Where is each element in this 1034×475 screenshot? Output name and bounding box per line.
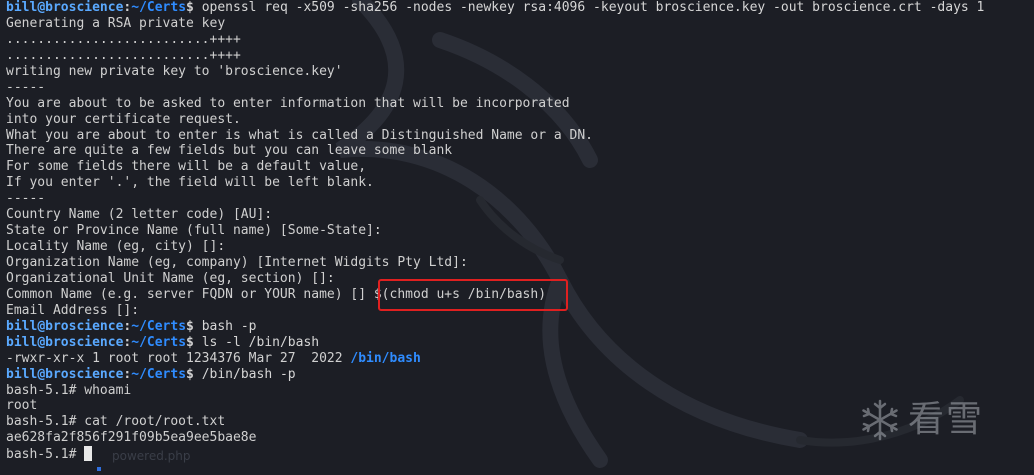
output-text: For some fields there will be a default …	[6, 159, 367, 175]
terminal-output: bill@broscience:~/Certs$ openssl req -x5…	[6, 0, 1034, 462]
terminal-line: writing new private key to 'broscience.k…	[6, 64, 1034, 80]
terminal-line: -rwxr-xr-x 1 root root 1234376 Mar 27 20…	[6, 351, 1034, 367]
terminal-line: into your certificate request.	[6, 112, 1034, 128]
snowflake-icon	[862, 399, 898, 441]
terminal-line: ..........................++++	[6, 32, 1034, 48]
terminal-line: For some fields there will be a default …	[6, 159, 1034, 175]
output-text: bash-5.1# cat /root/root.txt	[6, 414, 226, 430]
output-text: You are about to be asked to enter infor…	[6, 95, 570, 111]
terminal-line: bill@broscience:~/Certs$ openssl req -x5…	[6, 0, 1034, 16]
text-cursor[interactable]	[84, 446, 93, 462]
command-text: bash -p	[201, 318, 257, 334]
prompt-user: bill	[6, 0, 38, 15]
prompt-dollar: $	[186, 318, 202, 334]
prompt-dollar: $	[186, 366, 202, 382]
terminal-line: Locality Name (eg, city) []:	[6, 239, 1034, 255]
prompt-dollar: $	[186, 0, 202, 15]
output-text: Organization Name (eg, company) [Interne…	[6, 255, 468, 270]
root-prompt: bash-5.1#	[6, 447, 85, 463]
terminal-line: ..........................++++	[6, 48, 1034, 64]
output-text: into your certificate request.	[6, 111, 241, 127]
command-text: ls -l /bin/bash	[201, 334, 320, 350]
prompt-at: @	[37, 366, 46, 382]
faint-background-text: powered.php	[112, 449, 191, 463]
output-text: What you are about to enter is what is c…	[6, 127, 593, 143]
highlight-annotation-box	[378, 279, 568, 311]
output-text: bash-5.1# whoami	[6, 382, 132, 398]
terminal-line: bill@broscience:~/Certs$ /bin/bash -p	[6, 367, 1034, 383]
terminal-line: Organization Name (eg, company) [Interne…	[6, 255, 1034, 271]
output-text: ..........................++++	[6, 47, 241, 63]
prompt-host: broscience	[45, 366, 124, 382]
prompt-host: broscience	[45, 318, 124, 334]
terminal-line: -----	[6, 191, 1034, 207]
output-text: Locality Name (eg, city) []:	[6, 239, 226, 255]
blue-marker	[97, 467, 101, 471]
prompt-path: ~/Certs	[131, 0, 187, 15]
output-text: root	[6, 398, 38, 414]
output-text: Country Name (2 letter code) [AU]:	[6, 207, 273, 223]
terminal-line: There are quite a few fields but you can…	[6, 143, 1034, 159]
terminal-line: -----	[6, 80, 1034, 96]
prompt-path: ~/Certs	[131, 366, 187, 382]
prompt-user: bill	[6, 366, 38, 382]
output-text: Generating a RSA private key	[6, 15, 226, 31]
terminal-line: Generating a RSA private key	[6, 16, 1034, 32]
watermark-text: 看雪	[908, 399, 985, 441]
output-text: Email Address []:	[6, 302, 140, 318]
kanxue-watermark: 看雪	[858, 398, 984, 442]
output-text: There are quite a few fields but you can…	[6, 143, 453, 159]
terminal-line: What you are about to enter is what is c…	[6, 128, 1034, 144]
terminal-line: Country Name (2 letter code) [AU]:	[6, 207, 1034, 223]
ls-output-text: -rwxr-xr-x 1 root root 1234376 Mar 27 20…	[6, 350, 351, 366]
terminal-line: If you enter '.', the field will be left…	[6, 175, 1034, 191]
prompt-user: bill	[6, 318, 38, 334]
output-text: If you enter '.', the field will be left…	[6, 175, 374, 191]
ls-output-filename: /bin/bash	[350, 350, 421, 366]
output-text: Organizational Unit Name (eg, section) […	[6, 270, 335, 286]
terminal-window[interactable]: bill@broscience:~/Certs$ openssl req -x5…	[0, 0, 1034, 475]
output-text: writing new private key to 'broscience.k…	[6, 63, 343, 79]
prompt-path: ~/Certs	[131, 334, 187, 350]
prompt-dollar: $	[186, 334, 202, 350]
prompt-host: broscience	[45, 0, 124, 15]
prompt-at: @	[37, 0, 46, 15]
output-text: -----	[6, 79, 46, 95]
terminal-line: bash-5.1# whoami	[6, 383, 1034, 399]
prompt-host: broscience	[45, 334, 124, 350]
output-text: -----	[6, 191, 46, 207]
output-text: State or Province Name (full name) [Some…	[6, 223, 382, 239]
prompt-at: @	[37, 318, 46, 334]
prompt-user: bill	[6, 334, 38, 350]
output-text: ae628fa2f856f291f09b5ea9ee5bae8e	[6, 430, 257, 446]
command-text: openssl req -x509 -sha256 -nodes -newkey…	[201, 0, 985, 15]
terminal-line: State or Province Name (full name) [Some…	[6, 223, 1034, 239]
prompt-at: @	[37, 334, 46, 350]
terminal-line: bill@broscience:~/Certs$ bash -p	[6, 319, 1034, 335]
terminal-line: bill@broscience:~/Certs$ ls -l /bin/bash	[6, 335, 1034, 351]
prompt-path: ~/Certs	[131, 318, 187, 334]
terminal-line: You are about to be asked to enter infor…	[6, 96, 1034, 112]
command-text: /bin/bash -p	[201, 366, 296, 382]
output-text: ..........................++++	[6, 31, 241, 47]
